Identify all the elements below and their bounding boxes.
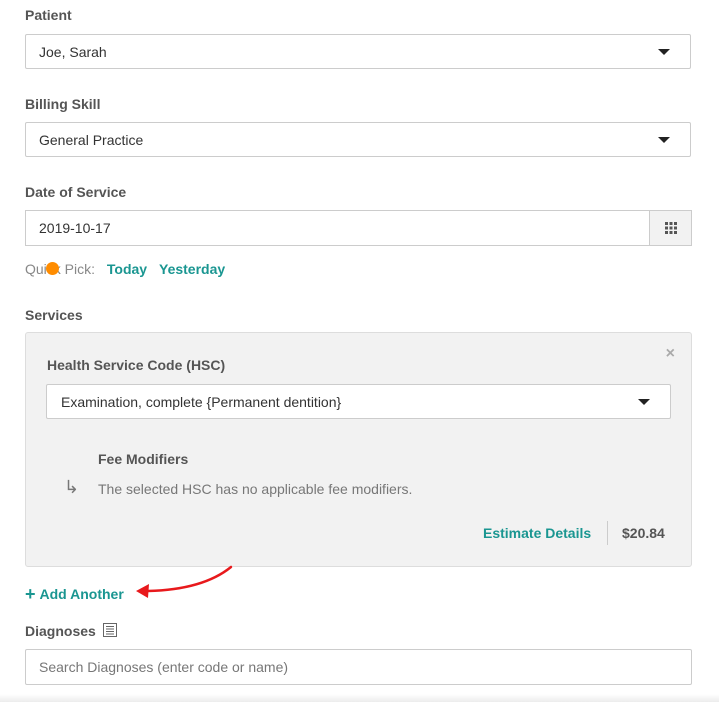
- list-icon[interactable]: [103, 623, 117, 637]
- bottom-shadow: [0, 694, 719, 702]
- diagnoses-label: Diagnoses: [25, 623, 96, 639]
- patient-value: Joe, Sarah: [39, 44, 107, 60]
- chevron-down-icon: [638, 399, 650, 405]
- billing-skill-label: Billing Skill: [25, 96, 101, 112]
- calendar-button[interactable]: [649, 210, 692, 246]
- add-another-button[interactable]: + Add Another: [25, 583, 124, 604]
- billing-skill-value: General Practice: [39, 132, 144, 148]
- fee-modifiers-title: Fee Modifiers: [98, 451, 189, 467]
- divider: [607, 521, 608, 545]
- hsc-select[interactable]: Examination, complete {Permanent dentiti…: [46, 384, 671, 419]
- quick-pick-label: Quick Pick:: [25, 261, 96, 277]
- annotation-arrow-icon: [136, 565, 233, 598]
- quick-pick-today-link[interactable]: Today: [107, 261, 147, 277]
- services-label: Services: [25, 307, 83, 323]
- add-another-label: Add Another: [39, 586, 124, 602]
- billing-skill-select[interactable]: General Practice: [25, 122, 691, 157]
- hsc-value: Examination, complete {Permanent dentiti…: [61, 394, 342, 410]
- date-of-service-value: 2019-10-17: [39, 220, 111, 236]
- diagnoses-search-input[interactable]: [25, 649, 692, 685]
- quick-pick: Quick Pick: Today Yesterday: [25, 261, 225, 277]
- chevron-down-icon: [658, 137, 670, 143]
- quick-pick-yesterday-link[interactable]: Yesterday: [159, 261, 225, 277]
- chevron-down-icon: [658, 49, 670, 55]
- close-icon[interactable]: ×: [666, 345, 675, 363]
- service-panel: × Health Service Code (HSC) Examination,…: [25, 332, 692, 567]
- fee-modifiers-text: The selected HSC has no applicable fee m…: [98, 481, 413, 497]
- service-price: $20.84: [622, 525, 665, 541]
- hsc-label: Health Service Code (HSC): [47, 357, 226, 373]
- cursor-marker-dot: [46, 262, 59, 275]
- estimate-details-link[interactable]: Estimate Details: [483, 525, 591, 541]
- plus-icon: +: [25, 584, 36, 604]
- sub-arrow-icon: ↳: [64, 477, 80, 497]
- calendar-grid-icon: [665, 222, 677, 234]
- patient-select[interactable]: Joe, Sarah: [25, 34, 691, 69]
- patient-label: Patient: [25, 7, 72, 23]
- date-of-service-label: Date of Service: [25, 184, 127, 200]
- date-of-service-input[interactable]: 2019-10-17: [25, 210, 649, 246]
